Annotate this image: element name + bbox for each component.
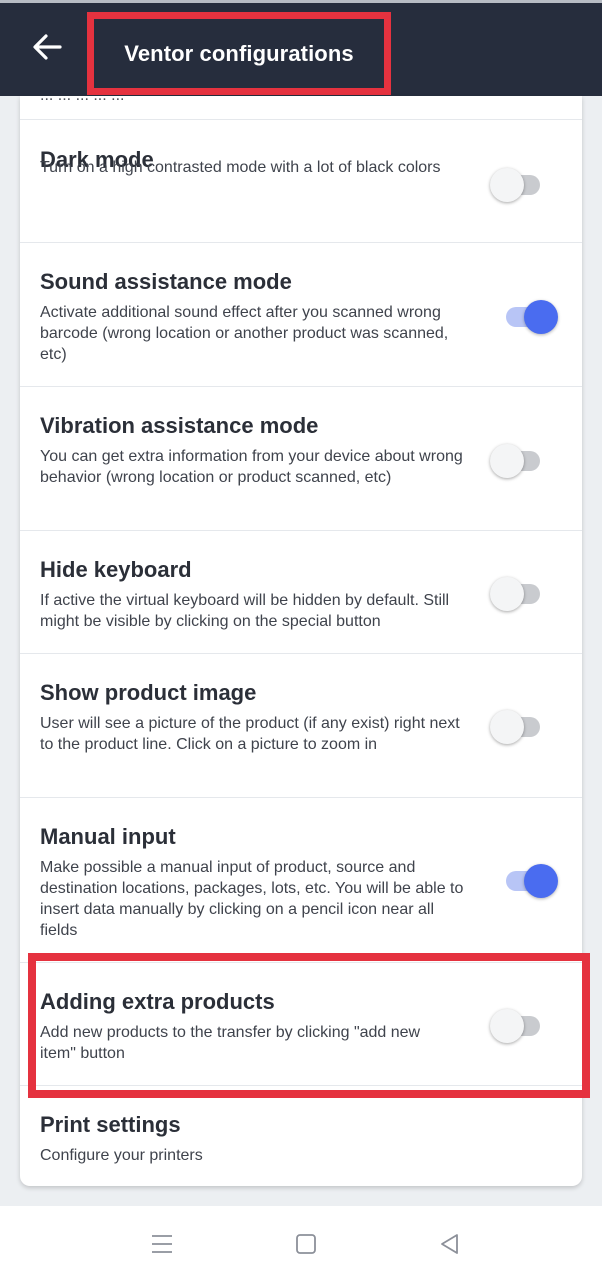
hide-keyboard-toggle[interactable] [486, 573, 550, 613]
toggle-knob [490, 444, 524, 478]
setting-title: Vibration assistance mode [40, 413, 319, 438]
setting-description: Add new products to the transfer by clic… [40, 1024, 421, 1062]
setting-row-vibration-assistance: Vibration assistance mode You can get ex… [20, 387, 582, 531]
system-nav-bar [0, 1206, 602, 1280]
app-bar: Ventor configurations [0, 3, 602, 96]
sound-assistance-toggle[interactable] [494, 296, 558, 336]
adding-extra-products-toggle[interactable] [486, 1005, 550, 1045]
dark-mode-toggle[interactable] [486, 164, 550, 204]
setting-title: Hide keyboard [40, 557, 192, 582]
partial-setting-row: ... ... ... ... ... [20, 96, 582, 120]
title-highlight-box: Ventor configurations [87, 12, 391, 95]
setting-description: Activate additional sound effect after y… [40, 304, 449, 363]
setting-title: Print settings [40, 1112, 181, 1137]
toggle-knob [524, 864, 558, 898]
setting-row-adding-extra-products: Adding extra products Add new products t… [20, 963, 582, 1086]
toggle-knob [490, 577, 524, 611]
setting-description: Make possible a manual input of product,… [40, 859, 464, 939]
triangle-back-icon [441, 1234, 458, 1254]
setting-title: Sound assistance mode [40, 269, 292, 294]
partial-row-text: ... ... ... ... ... [40, 96, 124, 105]
nav-menu-button[interactable] [142, 1226, 182, 1262]
arrow-left-icon [33, 34, 62, 60]
setting-row-print-settings[interactable]: Print settings Configure your printers [20, 1086, 582, 1186]
setting-title: Manual input [40, 824, 176, 849]
setting-description: If active the virtual keyboard will be h… [40, 592, 450, 630]
settings-card: ... ... ... ... ... Dark mode Turn on a … [20, 96, 582, 1186]
setting-row-hide-keyboard: Hide keyboard If active the virtual keyb… [20, 531, 582, 654]
back-button[interactable] [25, 25, 69, 69]
toggle-knob [524, 300, 558, 334]
vibration-assistance-toggle[interactable] [486, 440, 550, 480]
toggle-knob [490, 710, 524, 744]
nav-back-button[interactable] [430, 1226, 470, 1262]
toggle-knob [490, 1009, 524, 1043]
menu-icon [152, 1235, 172, 1253]
setting-row-sound-assistance: Sound assistance mode Activate additiona… [20, 243, 582, 387]
setting-description: User will see a picture of the product (… [40, 715, 460, 753]
setting-description: Turn on a high contrasted mode with a lo… [40, 159, 441, 176]
toggle-knob [490, 168, 524, 202]
setting-title: Adding extra products [40, 989, 275, 1014]
square-home-icon [296, 1234, 316, 1254]
setting-title: Show product image [40, 680, 257, 705]
setting-row-manual-input: Manual input Make possible a manual inpu… [20, 798, 582, 963]
page-title: Ventor configurations [124, 40, 354, 66]
setting-row-show-product-image: Show product image User will see a pictu… [20, 654, 582, 798]
setting-description: You can get extra information from your … [40, 448, 463, 486]
nav-home-button[interactable] [286, 1226, 326, 1262]
show-product-image-toggle[interactable] [486, 706, 550, 746]
manual-input-toggle[interactable] [494, 860, 558, 900]
setting-row-dark-mode: Dark mode Turn on a high contrasted mode… [20, 120, 582, 243]
setting-description: Configure your printers [40, 1147, 203, 1164]
